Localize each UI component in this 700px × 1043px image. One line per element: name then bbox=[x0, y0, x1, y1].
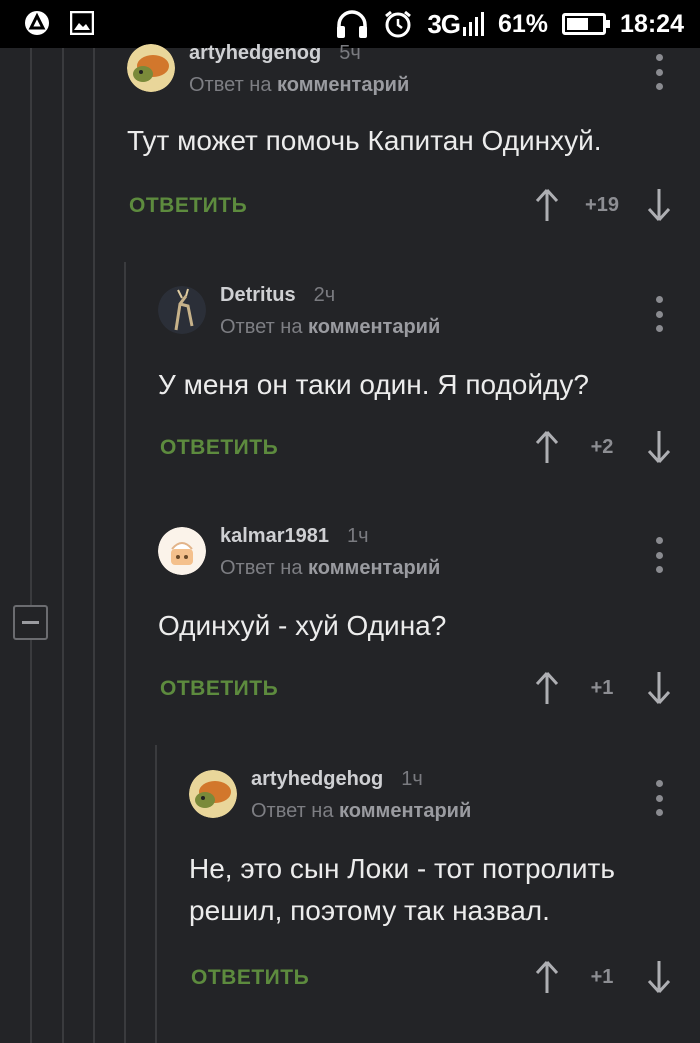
thread-line bbox=[155, 745, 157, 1043]
image-icon bbox=[70, 11, 94, 35]
comment-text-line: Не, это сын Локи - тот потролить bbox=[189, 853, 615, 884]
more-options-button[interactable] bbox=[654, 296, 664, 332]
more-options-button[interactable] bbox=[654, 780, 664, 816]
downvote-arrow-icon[interactable] bbox=[645, 430, 673, 464]
avatar[interactable] bbox=[158, 527, 206, 575]
headphones-icon bbox=[335, 9, 369, 39]
username[interactable]: artyhedgenog 5ч bbox=[189, 42, 361, 65]
downvote-arrow-icon[interactable] bbox=[645, 960, 673, 994]
upvote-arrow-icon[interactable] bbox=[533, 188, 561, 222]
reply-to-link[interactable]: комментарий bbox=[277, 74, 409, 96]
reply-to-link[interactable]: комментарий bbox=[308, 557, 440, 579]
comment-time: 5ч bbox=[339, 42, 361, 64]
comment-text-line: решил, поэтому так назвал. bbox=[189, 895, 550, 926]
rating: +2 bbox=[590, 436, 614, 458]
downvote-arrow-icon[interactable] bbox=[645, 671, 673, 705]
status-bar: 3G 61% 18:24 bbox=[0, 0, 700, 48]
reply-to-label: Ответ на комментарий bbox=[189, 74, 410, 96]
comment: Detritus 2ч Ответ на комментарий У меня о… bbox=[158, 284, 700, 476]
username[interactable]: kalmar1981 1ч bbox=[220, 525, 369, 548]
comment-time: 1ч bbox=[346, 525, 369, 547]
alarm-icon bbox=[383, 9, 413, 39]
comment-text: У меня он таки один. Я подойду? bbox=[158, 369, 589, 400]
battery-percent: 61% bbox=[498, 9, 549, 38]
reply-to-link[interactable]: комментарий bbox=[339, 800, 471, 822]
clock: 18:24 bbox=[620, 9, 684, 38]
comment-time: 2ч bbox=[313, 284, 336, 306]
avatar[interactable] bbox=[127, 44, 175, 92]
thread-line bbox=[62, 48, 64, 1043]
reply-to-label: Ответ на комментарий bbox=[220, 316, 441, 338]
app-icon bbox=[24, 10, 50, 36]
downvote-arrow-icon[interactable] bbox=[645, 188, 673, 222]
comment-time: 1ч bbox=[401, 768, 423, 790]
network-type: 3G bbox=[427, 8, 461, 39]
comment-text: Тут может помочь Капитан Одинхуй. bbox=[127, 125, 602, 156]
avatar[interactable] bbox=[158, 286, 206, 334]
upvote-arrow-icon[interactable] bbox=[533, 671, 561, 705]
username[interactable]: Detritus 2ч bbox=[220, 284, 335, 307]
minus-icon bbox=[22, 621, 39, 624]
rating: +19 bbox=[585, 194, 619, 216]
reply-button[interactable]: ОТВЕТИТЬ bbox=[160, 436, 278, 460]
collapse-thread-button[interactable] bbox=[13, 605, 48, 640]
comment: artyhedgehog 1ч Ответ на комментарий Не, … bbox=[189, 768, 700, 1010]
thread-line bbox=[124, 262, 126, 1043]
thread-line bbox=[30, 48, 32, 1043]
upvote-arrow-icon[interactable] bbox=[533, 430, 561, 464]
more-options-button[interactable] bbox=[654, 54, 664, 90]
comment-text: Не, это сын Локи - тот потролить решил, … bbox=[189, 848, 615, 932]
thread-line bbox=[93, 48, 95, 1043]
reply-to-link[interactable]: комментарий bbox=[308, 316, 440, 338]
rating: +1 bbox=[590, 966, 614, 988]
avatar[interactable] bbox=[189, 770, 237, 818]
reply-button[interactable]: ОТВЕТИТЬ bbox=[129, 194, 247, 218]
more-options-button[interactable] bbox=[654, 537, 664, 573]
comment-text: Одинхуй - хуй Одина? bbox=[158, 610, 447, 641]
comment: kalmar1981 1ч Ответ на комментарий Одинху… bbox=[158, 525, 700, 717]
rating: +1 bbox=[590, 677, 614, 699]
battery-icon bbox=[562, 13, 611, 35]
signal-icon bbox=[462, 11, 484, 37]
reply-button[interactable]: ОТВЕТИТЬ bbox=[160, 677, 278, 701]
reply-to-label: Ответ на комментарий bbox=[251, 800, 472, 822]
upvote-arrow-icon[interactable] bbox=[533, 960, 561, 994]
reply-to-label: Ответ на комментарий bbox=[220, 557, 441, 579]
comment: artyhedgenog 5ч Ответ на комментарий Тут … bbox=[127, 42, 700, 234]
reply-button[interactable]: ОТВЕТИТЬ bbox=[191, 966, 309, 990]
username[interactable]: artyhedgehog 1ч bbox=[251, 768, 423, 791]
